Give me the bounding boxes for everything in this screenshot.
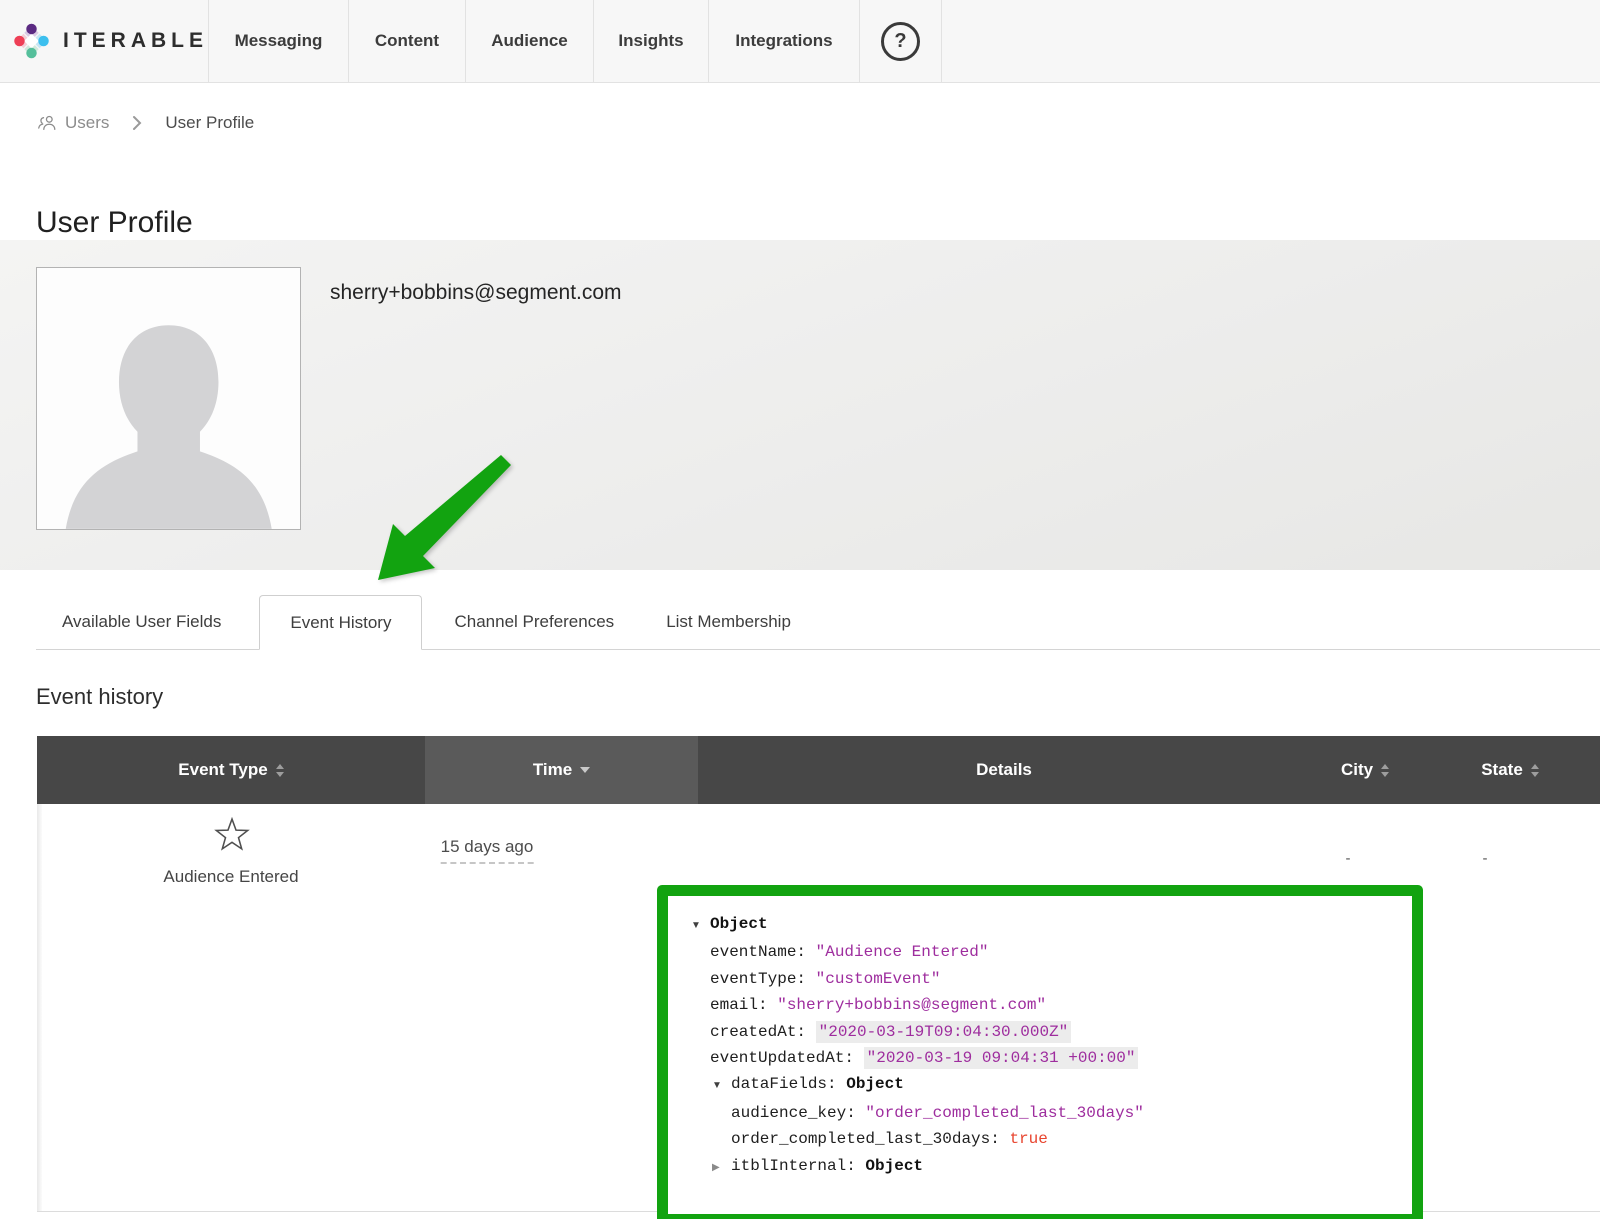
- sort-icon: [1531, 764, 1539, 777]
- tabs: Available User FieldsEvent HistoryChanne…: [36, 595, 1600, 649]
- avatar: [36, 267, 301, 530]
- sort-icon: [276, 764, 284, 777]
- json-str-hl: "2020-03-19T09:04:30.000Z": [816, 1021, 1072, 1043]
- json-obj: Object: [846, 1075, 904, 1093]
- json-key: eventName:: [710, 943, 816, 961]
- nav-item-messaging[interactable]: Messaging: [208, 0, 348, 82]
- json-key: email:: [710, 996, 777, 1014]
- json-obj: Object: [710, 915, 768, 933]
- column-header-details: Details: [698, 736, 1310, 804]
- event-row[interactable]: Audience Entered 15 days ago - - ▼Object…: [37, 804, 1600, 1212]
- json-line: eventType: "customEvent": [691, 966, 1404, 992]
- tab-available-user-fields[interactable]: Available User Fields: [36, 595, 247, 649]
- column-header-city[interactable]: City: [1310, 736, 1420, 804]
- profile-hero: sherry+bobbins@segment.com: [0, 240, 1600, 570]
- sort-icon: [1381, 764, 1389, 777]
- sort-desc-icon: [580, 767, 590, 773]
- brand[interactable]: ITERABLE: [0, 0, 208, 82]
- section-heading: Event history: [36, 684, 163, 710]
- breadcrumb-root-label: Users: [65, 113, 109, 133]
- event-time[interactable]: 15 days ago: [441, 837, 534, 864]
- top-nav: ITERABLE MessagingContentAudienceInsight…: [0, 0, 1600, 83]
- tab-bar: Available User FieldsEvent HistoryChanne…: [36, 595, 1600, 650]
- column-label: State: [1481, 760, 1523, 780]
- brand-name: ITERABLE: [63, 29, 208, 53]
- json-line: createdAt: "2020-03-19T09:04:30.000Z": [691, 1019, 1404, 1045]
- iterable-logo-icon: [13, 12, 50, 70]
- json-key: eventType:: [710, 970, 816, 988]
- help-icon: ?: [881, 22, 920, 61]
- tab-channel-preferences[interactable]: Channel Preferences: [428, 595, 640, 649]
- json-line: eventName: "Audience Entered": [691, 939, 1404, 965]
- tab-list-membership[interactable]: List Membership: [640, 595, 817, 649]
- event-type-label: Audience Entered: [111, 867, 351, 887]
- json-line: ▼dataFields: Object: [691, 1071, 1404, 1099]
- breadcrumb-users-link[interactable]: Users: [36, 113, 109, 133]
- json-line: ▼Object: [691, 911, 1404, 939]
- tab-event-history[interactable]: Event History: [259, 595, 422, 650]
- avatar-placeholder-icon: [53, 316, 284, 529]
- json-key: dataFields:: [731, 1075, 846, 1093]
- nav-item-audience[interactable]: Audience: [465, 0, 593, 82]
- json-str: "sherry+bobbins@segment.com": [777, 996, 1046, 1014]
- primary-nav-items: MessagingContentAudienceInsightsIntegrat…: [208, 0, 859, 82]
- help-button[interactable]: ?: [859, 0, 942, 82]
- json-line: email: "sherry+bobbins@segment.com": [691, 992, 1404, 1018]
- breadcrumb-chevron-icon: [132, 115, 142, 131]
- json-tree: ▼ObjecteventName: "Audience Entered"even…: [668, 896, 1412, 1181]
- event-city-value: -: [1346, 850, 1351, 867]
- column-header-state[interactable]: State: [1420, 736, 1600, 804]
- collapse-toggle-icon[interactable]: ▼: [691, 913, 710, 939]
- page-title: User Profile: [36, 206, 193, 240]
- table-header: Event Type Time Details City State: [37, 736, 1600, 804]
- collapse-toggle-icon[interactable]: ▼: [712, 1073, 731, 1099]
- json-str: "order_completed_last_30days": [865, 1104, 1143, 1122]
- column-header-event-type[interactable]: Event Type: [37, 736, 425, 804]
- json-bool: true: [1009, 1130, 1047, 1148]
- json-str-hl: "2020-03-19 09:04:31 +00:00": [864, 1047, 1139, 1069]
- breadcrumb-current-label: User Profile: [165, 113, 254, 133]
- json-key: itblInternal:: [731, 1157, 865, 1175]
- column-label: City: [1341, 760, 1373, 780]
- breadcrumb: Users User Profile: [36, 113, 254, 133]
- nav-item-integrations[interactable]: Integrations: [708, 0, 859, 82]
- json-key: createdAt:: [710, 1023, 816, 1041]
- json-str: "customEvent": [816, 970, 941, 988]
- user-profile-screen: ITERABLE MessagingContentAudienceInsight…: [0, 0, 1600, 1219]
- column-label: Details: [976, 760, 1032, 780]
- json-str: "Audience Entered": [816, 943, 989, 961]
- users-icon: [36, 113, 58, 133]
- json-obj: Object: [865, 1157, 923, 1175]
- json-key: eventUpdatedAt:: [710, 1049, 864, 1067]
- json-line: audience_key: "order_completed_last_30da…: [691, 1100, 1404, 1126]
- custom-event-star-icon: [214, 817, 250, 856]
- annotation-arrow: [363, 450, 513, 590]
- json-line: order_completed_last_30days: true: [691, 1126, 1404, 1152]
- event-state-value: -: [1483, 850, 1488, 867]
- expand-toggle-icon[interactable]: ▶: [712, 1155, 731, 1181]
- json-line: ▶itblInternal: Object: [691, 1153, 1404, 1181]
- column-label: Time: [533, 760, 572, 780]
- nav-item-content[interactable]: Content: [348, 0, 465, 82]
- json-key: audience_key:: [731, 1104, 865, 1122]
- highlight-box: ▼ObjecteventName: "Audience Entered"even…: [657, 885, 1423, 1219]
- profile-email: sherry+bobbins@segment.com: [330, 281, 622, 305]
- column-header-time[interactable]: Time: [425, 736, 698, 804]
- json-key: order_completed_last_30days:: [731, 1130, 1009, 1148]
- json-line: eventUpdatedAt: "2020-03-19 09:04:31 +00…: [691, 1045, 1404, 1071]
- column-label: Event Type: [178, 760, 267, 780]
- nav-item-insights[interactable]: Insights: [593, 0, 708, 82]
